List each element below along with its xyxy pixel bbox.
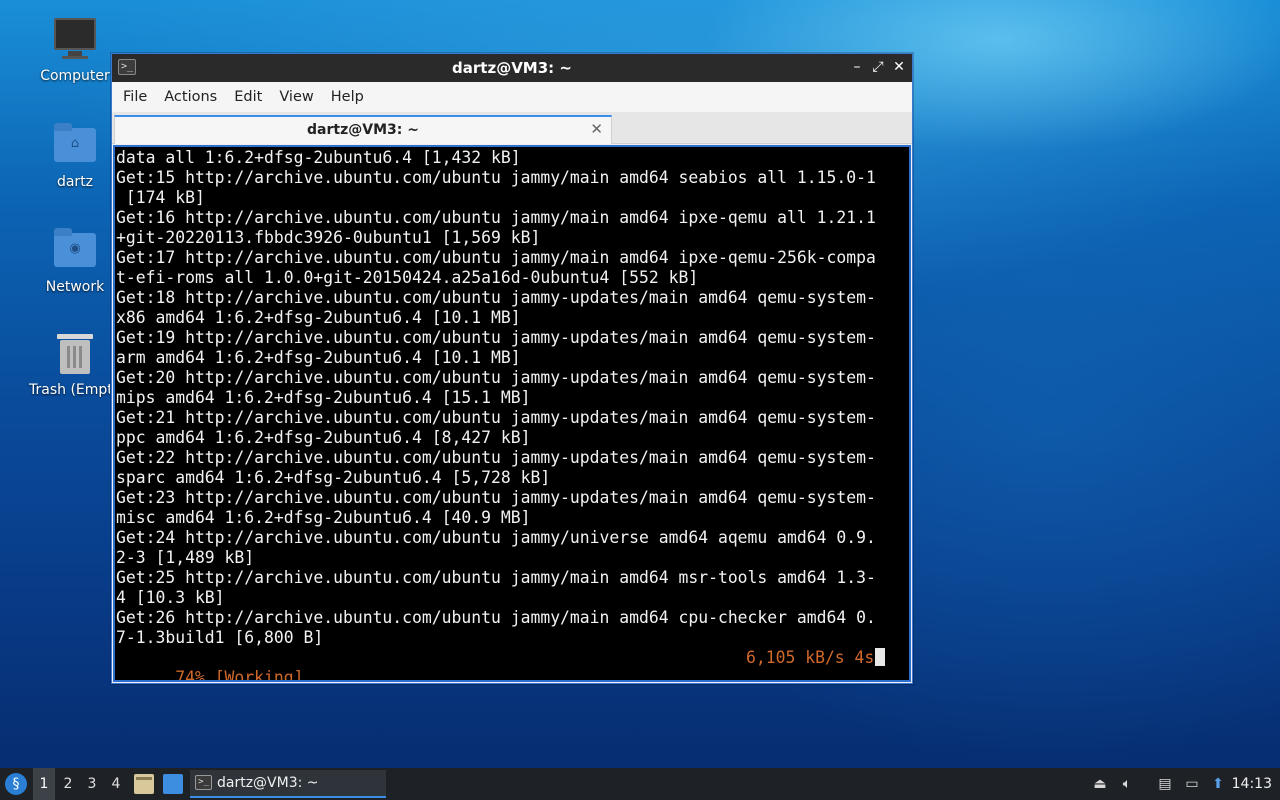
workspace-3[interactable]: 3 [81,768,103,800]
tab-close-icon[interactable]: ✕ [590,120,603,138]
menu-view[interactable]: View [273,89,324,105]
desktop-icon-trash[interactable]: Trash (Empty) [20,330,110,398]
close-button[interactable]: ✕ [890,58,908,76]
taskbar-task-label: dartz@VM3: ~ [217,775,319,791]
terminal-line: data all 1:6.2+dfsg-2ubuntu6.4 [1,432 kB… [116,148,521,167]
menu-bar: File Actions Edit View Help [112,82,912,112]
menu-edit[interactable]: Edit [228,89,273,105]
terminal-line: 2-3 [1,489 kB] [116,548,255,567]
terminal-line: sparc amd64 1:6.2+dfsg-2ubuntu6.4 [5,728… [116,468,551,487]
menu-help[interactable]: Help [325,89,375,105]
network-icon[interactable]: ▭ [1183,775,1201,793]
terminal-line: Get:18 http://archive.ubuntu.com/ubuntu … [116,288,876,307]
terminal-line: 4 [10.3 kB] [116,588,225,607]
terminal-line: Get:23 http://archive.ubuntu.com/ubuntu … [116,488,876,507]
terminal-line: misc amd64 1:6.2+dfsg-2ubuntu6.4 [40.9 M… [116,508,531,527]
terminal-line: t-efi-roms all 1.0.0+git-20150424.a25a16… [116,268,699,287]
tab-label: dartz@VM3: ~ [307,122,419,138]
terminal-window[interactable]: >_ dartz@VM3: ~ – ⤢ ✕ File Actions Edit … [111,53,913,684]
menu-file[interactable]: File [117,89,158,105]
terminal-line: Get:21 http://archive.ubuntu.com/ubuntu … [116,408,876,427]
window-title: dartz@VM3: ~ [452,59,572,77]
terminal-line: Get:17 http://archive.ubuntu.com/ubuntu … [116,248,876,267]
terminal-cursor [875,648,886,666]
computer-icon [52,16,98,62]
taskbar: § 1 2 3 4 >_ dartz@VM3: ~ ⏏ 🔈︎ ▤ ▭ ⬆ 14:… [0,768,1280,800]
desktop-icon-label: Trash (Empty) [29,382,110,398]
terminal-line: [174 kB] [116,188,205,207]
menu-actions[interactable]: Actions [158,89,228,105]
terminal-line: 7-1.3build1 [6,800 B] [116,628,324,647]
apt-progress-status: 74% [Working] [175,668,304,682]
show-desktop-icon[interactable] [163,774,183,794]
terminal-lines: data all 1:6.2+dfsg-2ubuntu6.4 [1,432 kB… [116,148,909,648]
clipboard-icon[interactable]: ▤ [1156,775,1174,793]
apt-download-rate: 6,105 kB/s 4s [746,648,875,667]
terminal-line: +git-20220113.fbbdc3926-0ubuntu1 [1,569 … [116,228,541,247]
terminal-line: arm amd64 1:6.2+dfsg-2ubuntu6.4 [10.1 MB… [116,348,521,367]
clock[interactable]: 14:13 [1232,768,1272,800]
terminal-line: Get:20 http://archive.ubuntu.com/ubuntu … [116,368,876,387]
minimize-button[interactable]: – [848,58,866,76]
terminal-line: Get:24 http://archive.ubuntu.com/ubuntu … [116,528,876,547]
terminal-output[interactable]: data all 1:6.2+dfsg-2ubuntu6.4 [1,432 kB… [113,145,911,682]
terminal-line: ppc amd64 1:6.2+dfsg-2ubuntu6.4 [8,427 k… [116,428,531,447]
terminal-line: Get:26 http://archive.ubuntu.com/ubuntu … [116,608,876,627]
trash-icon [52,330,98,376]
file-manager-icon[interactable] [134,774,154,794]
tab-terminal[interactable]: dartz@VM3: ~ ✕ [114,115,612,144]
terminal-line: Get:19 http://archive.ubuntu.com/ubuntu … [116,328,876,347]
tab-bar: dartz@VM3: ~ ✕ [112,112,912,144]
workspace-1[interactable]: 1 [33,768,55,800]
volume-icon[interactable]: 🔈︎ [1118,775,1136,793]
terminal-line: Get:15 http://archive.ubuntu.com/ubuntu … [116,168,876,187]
maximize-button[interactable]: ⤢ [869,58,887,76]
terminal-line: Get:16 http://archive.ubuntu.com/ubuntu … [116,208,876,227]
terminal-icon: >_ [195,775,212,790]
terminal-line: x86 amd64 1:6.2+dfsg-2ubuntu6.4 [10.1 MB… [116,308,521,327]
taskbar-task-terminal[interactable]: >_ dartz@VM3: ~ [190,770,386,798]
update-notifier-icon[interactable]: ⬆ [1209,775,1227,793]
home-folder-icon: ⌂ [52,122,98,168]
workspace-4[interactable]: 4 [105,768,127,800]
apt-progress-line: 74% [Working] 6,105 kB/s 4s [116,648,909,680]
terminal-line: Get:25 http://archive.ubuntu.com/ubuntu … [116,568,876,587]
workspace-2[interactable]: 2 [57,768,79,800]
eject-icon[interactable]: ⏏ [1091,775,1109,793]
lubuntu-start-icon[interactable]: § [5,773,27,795]
terminal-line: Get:22 http://archive.ubuntu.com/ubuntu … [116,448,876,467]
terminal-line: mips amd64 1:6.2+dfsg-2ubuntu6.4 [15.1 M… [116,388,531,407]
window-titlebar[interactable]: >_ dartz@VM3: ~ – ⤢ ✕ [112,54,912,82]
network-folder-icon: ◉ [52,227,98,273]
